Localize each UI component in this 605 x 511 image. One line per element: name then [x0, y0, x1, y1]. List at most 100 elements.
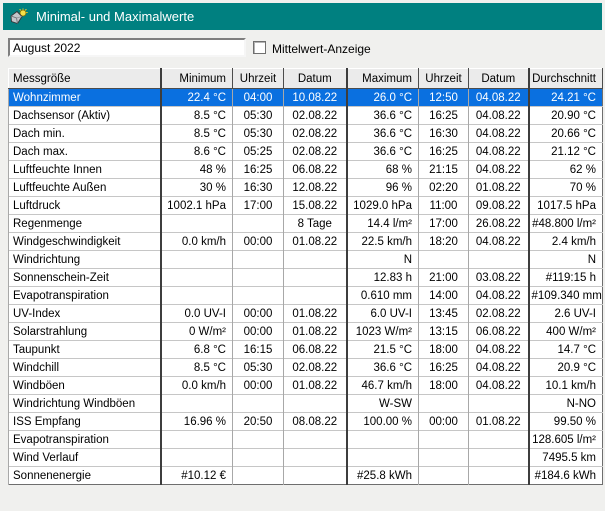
table-row[interactable]: Windrichtung Windböen W-SW N-NO [8, 394, 603, 413]
value-cell: 26.08.22 [468, 214, 529, 233]
value-cell: 00:00 [232, 304, 284, 323]
value-cell [283, 466, 347, 485]
table-row[interactable]: Luftdruck 1002.1 hPa 17:00 15.08.22 1029.0 h… [8, 196, 603, 215]
value-cell: 20.66 °C [527, 124, 603, 143]
row-label-cell: Regenmenge [8, 214, 161, 233]
table-row[interactable]: Windgeschwindigkeit 0.0 km/h 00:00 01.08.22… [8, 232, 603, 251]
period-input[interactable] [8, 38, 246, 57]
value-cell: 26.0 °C [345, 88, 419, 107]
table-row[interactable]: Solarstrahlung 0 W/m² 00:00 01.08.22 1023 W/… [8, 322, 603, 341]
value-cell [468, 430, 529, 449]
value-cell: 02.08.22 [468, 304, 529, 323]
value-cell: 05:25 [232, 142, 284, 161]
row-label-cell: Windrichtung Windböen [8, 394, 161, 413]
value-cell [159, 430, 233, 449]
mittelwert-checkbox-label: Mittelwert-Anzeige [272, 42, 371, 56]
value-cell [468, 448, 529, 467]
table-row[interactable]: Wind Verlauf 7495.5 km [8, 448, 603, 467]
value-cell: 8 Tage [283, 214, 347, 233]
row-label-cell: Dach min. [8, 124, 161, 143]
value-cell: 16:25 [418, 142, 469, 161]
table-row[interactable]: Taupunkt 6.8 °C 16:15 06.08.22 21.5 °C 18:00 0… [8, 340, 603, 359]
column-header-3[interactable]: Datum [283, 68, 347, 89]
value-cell [283, 448, 347, 467]
value-cell: 00:00 [232, 376, 284, 395]
value-cell [468, 466, 529, 485]
table-row[interactable]: Windrichtung N N [8, 250, 603, 269]
value-cell [283, 286, 347, 305]
value-cell: 06.08.22 [468, 322, 529, 341]
table-row[interactable]: UV-Index 0.0 UV-I 00:00 01.08.22 6.0 UV-I 13:… [8, 304, 603, 323]
value-cell: 1017.5 hPa [527, 196, 603, 215]
value-cell: 21:15 [418, 160, 469, 179]
table-row[interactable]: Dach max. 8.6 °C 05:25 02.08.22 36.6 °C 16:25… [8, 142, 603, 161]
value-cell: 0.0 km/h [159, 232, 233, 251]
row-label-cell: Evapotranspiration [8, 286, 161, 305]
value-cell: N-NO [527, 394, 603, 413]
value-cell: 1023 W/m² [345, 322, 419, 341]
value-cell: 00:00 [232, 322, 284, 341]
value-cell: 16:25 [418, 358, 469, 377]
value-cell: 02.08.22 [283, 106, 347, 125]
table-header: Messgröße Minimum Uhrzeit Datum Maximum Uhrze… [8, 68, 603, 89]
value-cell: 00:00 [418, 412, 469, 431]
mittelwert-checkbox[interactable] [253, 41, 266, 54]
row-label-cell: Windgeschwindigkeit [8, 232, 161, 251]
value-cell: 96 % [345, 178, 419, 197]
table-row[interactable]: Sonnenschein-Zeit 12.83 h 21:00 03.08.22 #11… [8, 268, 603, 287]
value-cell: 05:30 [232, 358, 284, 377]
value-cell: N [527, 250, 603, 269]
row-label-cell: Luftfeuchte Innen [8, 160, 161, 179]
row-label-cell: Sonnenschein-Zeit [8, 268, 161, 287]
value-cell [418, 448, 469, 467]
value-cell: 128.605 l/m² [527, 430, 603, 449]
table-row[interactable]: Dachsensor (Aktiv) 8.5 °C 05:30 02.08.22 36.… [8, 106, 603, 125]
value-cell [232, 214, 284, 233]
table-row[interactable]: Windchill 8.5 °C 05:30 02.08.22 36.6 °C 16:25… [8, 358, 603, 377]
value-cell: 12:50 [418, 88, 469, 107]
value-cell [468, 250, 529, 269]
value-cell: 21:00 [418, 268, 469, 287]
value-cell: 62 % [527, 160, 603, 179]
value-cell [232, 286, 284, 305]
table-row[interactable]: Luftfeuchte Außen 30 % 16:30 12.08.22 96 % 02… [8, 178, 603, 197]
column-header-1[interactable]: Minimum [159, 68, 233, 89]
column-header-2[interactable]: Uhrzeit [232, 68, 284, 89]
value-cell: 10.1 km/h [527, 376, 603, 395]
table-row[interactable]: Dach min. 8.5 °C 05:30 02.08.22 36.6 °C 16:30… [8, 124, 603, 143]
row-label-cell: UV-Index [8, 304, 161, 323]
value-cell: 12.83 h [345, 268, 419, 287]
value-cell: #119:15 h [527, 268, 603, 287]
column-header-0[interactable]: Messgröße [8, 68, 161, 89]
value-cell [232, 466, 284, 485]
value-cell [159, 268, 233, 287]
column-header-6[interactable]: Datum [468, 68, 529, 89]
table-row[interactable]: ISS Empfang 16.96 % 20:50 08.08.22 100.00 % 0… [8, 412, 603, 431]
row-label-cell: Wohnzimmer [8, 88, 161, 107]
value-cell: 04.08.22 [468, 124, 529, 143]
value-cell: W-SW [345, 394, 419, 413]
value-cell: 2.4 km/h [527, 232, 603, 251]
value-cell: 17:00 [418, 214, 469, 233]
column-header-4[interactable]: Maximum [345, 68, 419, 89]
value-cell: 05:30 [232, 124, 284, 143]
table-row[interactable]: Windböen 0.0 km/h 00:00 01.08.22 46.7 km/h 18… [8, 376, 603, 395]
column-header-7[interactable]: Durchschnitt [527, 68, 603, 89]
value-cell: 20:50 [232, 412, 284, 431]
value-cell: 16:30 [418, 124, 469, 143]
value-cell: 36.6 °C [345, 124, 419, 143]
table-row[interactable]: Sonnenenergie #10.12 € #25.8 kWh #184.6 kWh [8, 466, 603, 485]
row-label-cell: Wind Verlauf [8, 448, 161, 467]
value-cell: 18:00 [418, 340, 469, 359]
table-row[interactable]: Wohnzimmer 22.4 °C 04:00 10.08.22 26.0 °C 12:… [8, 88, 603, 107]
table-row[interactable]: Evapotranspiration 0.610 mm 14:00 04.08.22 #… [8, 286, 603, 305]
table-row[interactable]: Luftfeuchte Innen 48 % 16:25 06.08.22 68 % 21… [8, 160, 603, 179]
value-cell: 48 % [159, 160, 233, 179]
value-cell [468, 394, 529, 413]
row-label-cell: Luftfeuchte Außen [8, 178, 161, 197]
value-cell [418, 430, 469, 449]
value-cell: 400 W/m² [527, 322, 603, 341]
column-header-5[interactable]: Uhrzeit [418, 68, 469, 89]
table-row[interactable]: Evapotranspiration 128.605 l/m² [8, 430, 603, 449]
table-row[interactable]: Regenmenge 8 Tage 14.4 l/m² 17:00 26.08.22 #4… [8, 214, 603, 233]
